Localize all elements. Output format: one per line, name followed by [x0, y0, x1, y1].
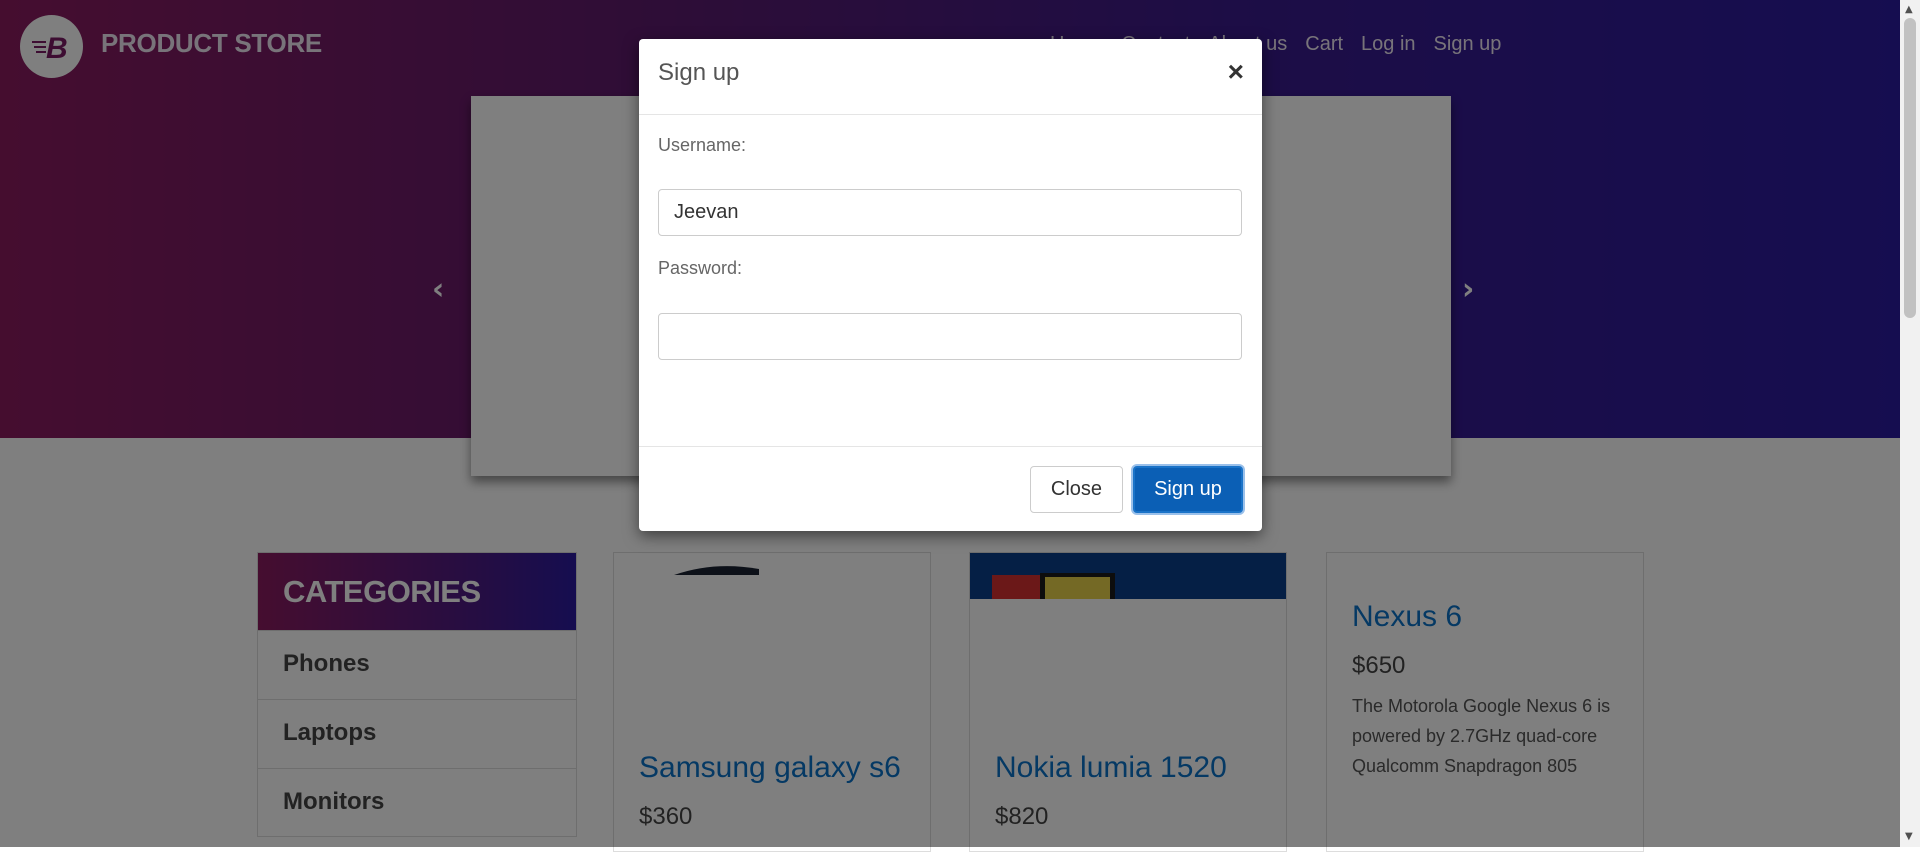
username-input[interactable]	[658, 189, 1242, 236]
modal-header: Sign up ×	[639, 39, 1262, 115]
password-label: Password:	[658, 258, 743, 278]
close-icon[interactable]: ×	[1228, 56, 1244, 88]
modal-title: Sign up	[658, 59, 740, 86]
modal-footer: Close Sign up	[639, 446, 1262, 532]
close-button[interactable]: Close	[1030, 466, 1123, 513]
scroll-down-icon[interactable]: ▼	[1905, 831, 1913, 842]
scroll-up-icon[interactable]: ▲	[1905, 4, 1913, 15]
sign-up-button[interactable]: Sign up	[1133, 466, 1243, 513]
sign-up-modal: Sign up × Username: Password: Close Sign…	[639, 39, 1262, 531]
scrollbar[interactable]: ▲ ▼	[1900, 0, 1920, 847]
password-input[interactable]	[658, 313, 1242, 360]
scroll-thumb[interactable]	[1904, 18, 1916, 318]
username-label: Username:	[658, 135, 747, 155]
